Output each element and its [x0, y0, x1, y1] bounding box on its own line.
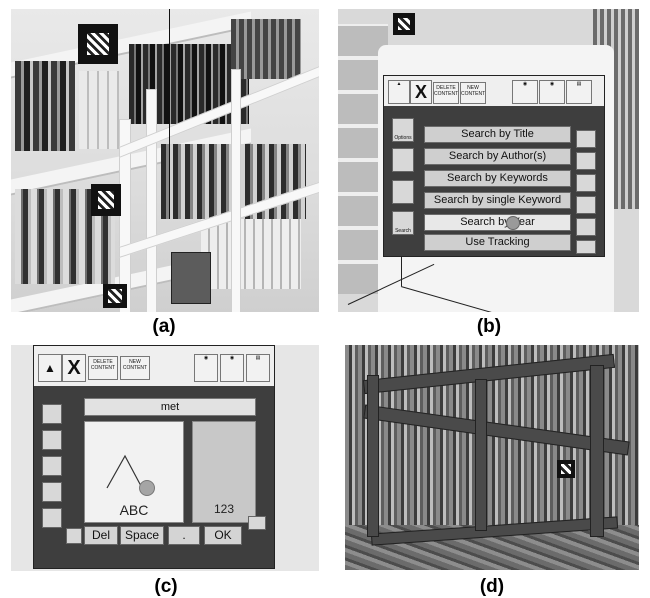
left-icon-4[interactable]: [42, 482, 62, 502]
tool-button-1[interactable]: ◉: [512, 80, 538, 104]
letters-pad-label: ABC: [119, 502, 149, 518]
key-icon-right[interactable]: [248, 516, 266, 530]
ok-key[interactable]: OK: [204, 526, 242, 545]
virtual-shelf-frame: [590, 365, 604, 537]
icon-button-2[interactable]: [392, 148, 414, 172]
menu-item-use-tracking[interactable]: Use Tracking: [424, 234, 571, 251]
close-button[interactable]: X: [410, 80, 432, 104]
dot-key[interactable]: .: [168, 526, 200, 545]
fiducial-marker: [103, 284, 127, 308]
key-icon-left[interactable]: [66, 528, 82, 544]
home-button[interactable]: ▲: [38, 354, 62, 382]
tool-button-2[interactable]: ◉: [220, 354, 244, 382]
tool-button-3[interactable]: ▤: [566, 80, 592, 104]
menu-item-search-by-authors[interactable]: Search by Author(s): [424, 148, 571, 165]
left-icon-5[interactable]: [42, 508, 62, 528]
search-input[interactable]: met: [84, 398, 256, 416]
digits-pad[interactable]: 123: [192, 421, 256, 523]
caption-a: (a): [152, 316, 176, 337]
close-button[interactable]: X: [62, 354, 86, 382]
books: [231, 19, 301, 79]
right-icon-3[interactable]: [576, 174, 596, 192]
fiducial-marker: [557, 460, 575, 478]
rack-post: [146, 89, 157, 312]
tracking-line: [169, 9, 170, 219]
photo-d-virtual-shelf: [345, 345, 639, 570]
right-icon-5[interactable]: [576, 218, 596, 236]
right-icon-6[interactable]: [576, 240, 596, 254]
fiducial-marker: [91, 184, 121, 216]
left-icon-3[interactable]: [42, 456, 62, 476]
tool-button-2[interactable]: ◉: [539, 80, 565, 104]
right-icon-2[interactable]: [576, 152, 596, 170]
search-menu-panel: ▲ X DELETE CONTENT NEW CONTENT ◉ ◉ ▤ Opt…: [383, 75, 605, 257]
photo-a-library-shelves: [11, 9, 319, 312]
options-icon[interactable]: Options: [392, 118, 414, 142]
right-icon-1[interactable]: [576, 130, 596, 148]
home-button[interactable]: ▲: [388, 80, 410, 104]
menu-item-search-by-single-keyword[interactable]: Search by single Keyword: [424, 192, 571, 209]
caption-b: (b): [476, 316, 502, 337]
left-icon-2[interactable]: [42, 430, 62, 450]
input-panel: ▲ X DELETE CONTENT NEW CONTENT ◉ ◉ ▤ met…: [33, 345, 275, 569]
space-key[interactable]: Space: [120, 526, 164, 545]
menu-item-search-by-keywords[interactable]: Search by Keywords: [424, 170, 571, 187]
icon-button-3[interactable]: [392, 180, 414, 204]
virtual-shelf-frame: [367, 375, 379, 537]
pen-cursor: [506, 216, 520, 230]
delete-content-button[interactable]: DELETE CONTENT: [433, 82, 459, 104]
new-content-button[interactable]: NEW CONTENT: [120, 356, 150, 380]
delete-content-button[interactable]: DELETE CONTENT: [88, 356, 118, 380]
letters-pad[interactable]: ABC: [84, 421, 184, 523]
pen-cursor: [139, 480, 155, 496]
photo-c-keyboard-input: ▲ X DELETE CONTENT NEW CONTENT ◉ ◉ ▤ met…: [11, 345, 319, 571]
virtual-shelf-frame: [475, 379, 487, 531]
photo-b-search-menu: ▲ X DELETE CONTENT NEW CONTENT ◉ ◉ ▤ Opt…: [338, 9, 639, 312]
fiducial-marker: [393, 13, 415, 35]
new-content-button[interactable]: NEW CONTENT: [460, 82, 486, 104]
fiducial-marker: [78, 24, 118, 64]
virtual-book-highlight: [171, 252, 211, 304]
books: [201, 219, 301, 289]
menu-item-search-by-year[interactable]: Search by Year: [424, 214, 571, 231]
caption-c: (c): [154, 576, 178, 597]
tool-button-1[interactable]: ◉: [194, 354, 218, 382]
caption-d: (d): [479, 576, 505, 597]
left-icon-1[interactable]: [42, 404, 62, 424]
menu-item-search-by-title[interactable]: Search by Title: [424, 126, 571, 143]
rack-board: [231, 69, 241, 312]
right-icon-4[interactable]: [576, 196, 596, 214]
books: [79, 71, 119, 149]
tool-button-3[interactable]: ▤: [246, 354, 270, 382]
del-key[interactable]: Del: [84, 526, 118, 545]
digits-pad-label: 123: [213, 502, 235, 516]
books: [15, 61, 75, 151]
tracking-line: [401, 256, 402, 286]
search-icon[interactable]: Search: [392, 211, 414, 235]
